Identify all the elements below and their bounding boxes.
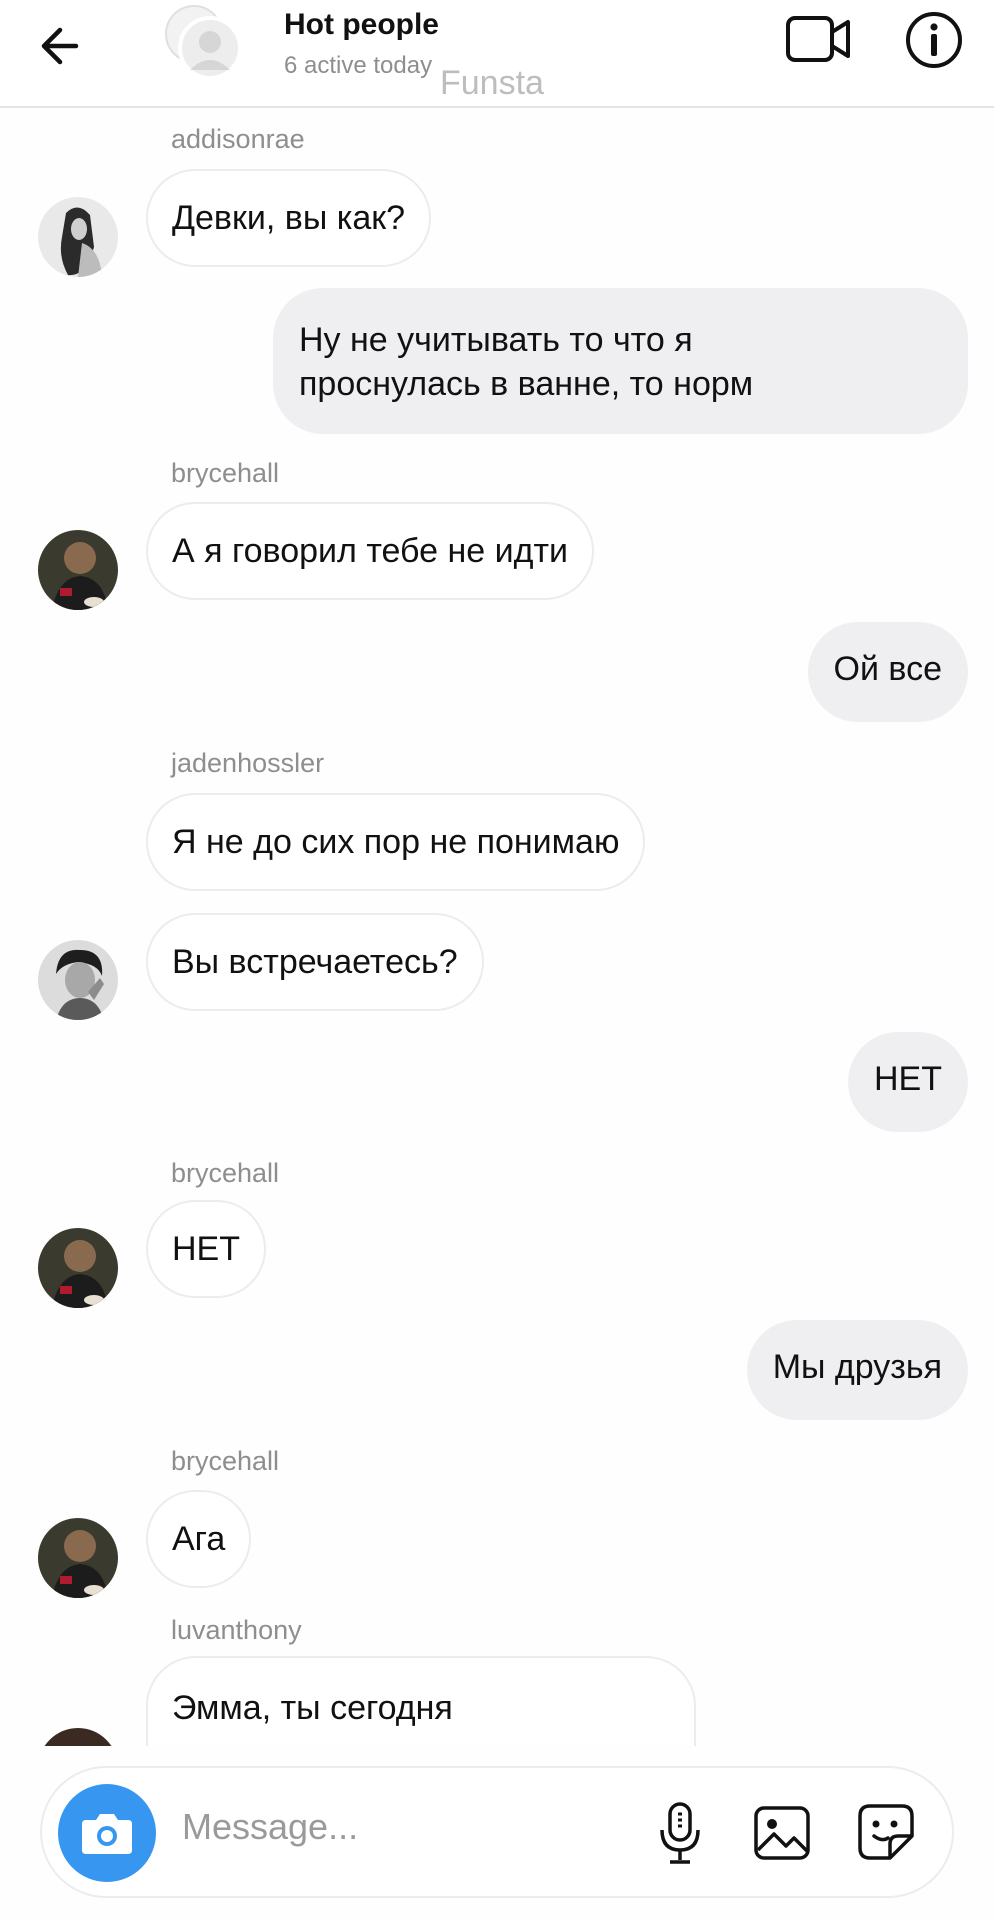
microphone-icon[interactable] [654,1800,706,1866]
sender-name: brycehall [171,458,280,488]
message-input[interactable]: Message... [182,1806,358,1848]
message-composer: Message... [40,1766,954,1898]
message-bubble[interactable]: Эмма, ты сегодня [146,1656,696,1756]
group-avatar-icon[interactable] [160,4,244,80]
sender-name: addisonrae [171,124,305,154]
chat-title[interactable]: Hot people [284,8,439,42]
info-icon[interactable] [904,10,964,70]
sender-name: luvanthony [171,1615,302,1645]
message-line: Ну не учитывать то что я [299,321,693,359]
active-status: 6 active today [284,52,433,79]
avatar[interactable] [38,940,118,1020]
avatar[interactable] [38,1518,118,1598]
sender-name: brycehall [171,1446,280,1476]
avatar[interactable] [38,530,118,610]
avatar[interactable] [38,197,118,277]
message-bubble[interactable]: Вы встречаетесь? [146,913,484,1011]
camera-button[interactable] [58,1784,156,1882]
message-bubble-outgoing[interactable]: Ой все [807,622,968,722]
watermark: Funsta [440,64,544,102]
message-bubble[interactable]: Ага [146,1490,252,1588]
message-bubble[interactable]: Девки, вы как? [146,169,432,267]
avatar[interactable] [38,1228,118,1308]
message-bubble[interactable]: А я говорил тебе не идти [146,502,595,600]
message-bubble-outgoing[interactable]: НЕТ [848,1032,968,1132]
sticker-icon[interactable] [856,1802,916,1862]
chat-header: Hot people 6 active today Funsta [0,0,994,108]
sender-name: brycehall [171,1158,280,1188]
message-bubble[interactable]: НЕТ [146,1200,266,1298]
gallery-icon[interactable] [752,1804,812,1862]
message-bubble[interactable]: Я не до сих пор не понимаю [146,793,646,891]
message-bubble-outgoing[interactable]: Мы друзья [746,1320,968,1420]
sender-name: jadenhossler [171,748,325,778]
video-call-icon[interactable] [784,12,854,66]
back-arrow-icon[interactable] [36,18,92,74]
camera-icon [82,1814,132,1854]
message-bubble-outgoing[interactable]: Ну не учитывать то что я проснулась в ва… [273,288,968,434]
message-line: проснулась в ванне, то норм [299,365,754,403]
